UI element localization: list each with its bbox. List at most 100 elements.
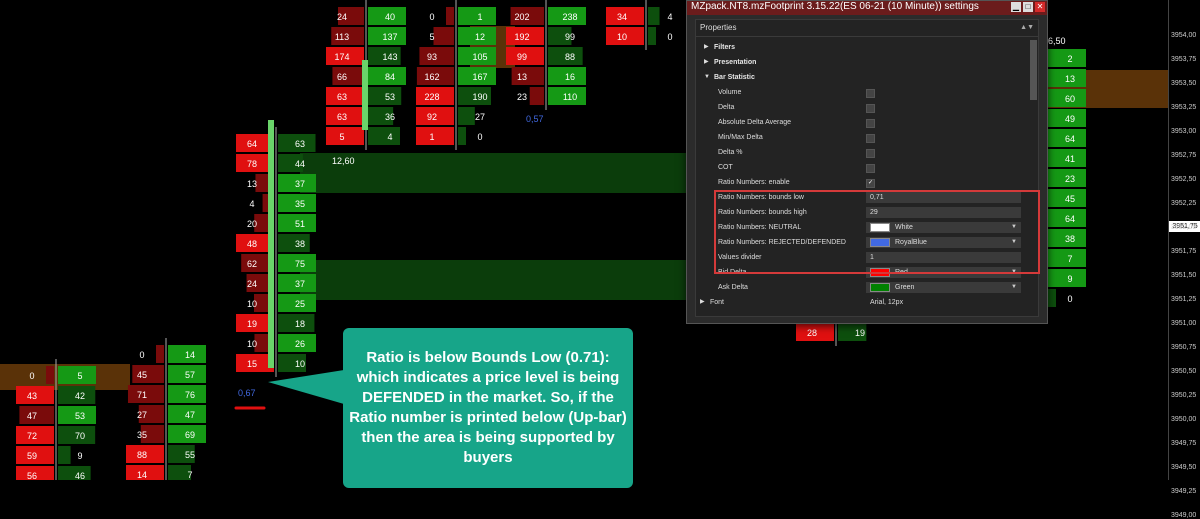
collapsed-arrow-icon[interactable]: ▶	[704, 55, 709, 70]
ask-volume: 4	[387, 132, 392, 142]
price-tick: 3950,50	[1171, 368, 1197, 375]
property-checkbox[interactable]	[866, 104, 875, 113]
bid-volume: 64	[247, 139, 257, 149]
property-label: COT	[718, 164, 733, 171]
expanded-arrow-icon[interactable]: ▼	[704, 70, 710, 85]
category-bar-statistic[interactable]: ▼ Bar Statistic	[696, 70, 1028, 85]
property-font[interactable]: ▶ Font Arial, 12px	[696, 295, 1028, 310]
collapsed-arrow-icon[interactable]: ▶	[704, 40, 709, 55]
price-tick: 3953,25	[1171, 104, 1197, 111]
bid-volume: 63	[337, 112, 347, 122]
minimize-button[interactable]: ▁	[1011, 2, 1021, 12]
bid-volume: 72	[27, 431, 37, 441]
properties-header: Properties ▲▼	[696, 20, 1038, 37]
property-checkbox[interactable]	[866, 134, 875, 143]
ratio-number-defended: 0,67	[238, 388, 256, 398]
ask-volume: 38	[1065, 234, 1075, 244]
bid-volume: 113	[335, 32, 349, 42]
property-checkbox[interactable]	[866, 89, 875, 98]
ask-volume: 76	[185, 390, 195, 400]
bid-volume: 93	[427, 52, 437, 62]
bid-cell	[529, 87, 544, 105]
ask-volume: 44	[295, 159, 305, 169]
bid-volume: 27	[137, 410, 147, 420]
price-tick: 3951,75	[1171, 248, 1197, 255]
close-button[interactable]: ✕	[1035, 2, 1045, 12]
price-tick: 3954,00	[1171, 32, 1197, 39]
price-axis[interactable]: 3951,75 3954,00 3953,75 3953,50 3953,25 3953…	[1168, 0, 1200, 519]
bid-volume: 34	[617, 12, 627, 22]
bid-volume: 202	[514, 12, 529, 22]
bid-cell	[416, 127, 454, 145]
property-color-select[interactable]: Green ▼	[866, 282, 1021, 293]
bid-volume: 5	[339, 132, 344, 142]
bid-cell	[433, 27, 454, 45]
property-cot[interactable]: COT	[696, 160, 1028, 175]
chevron-down-icon[interactable]: ▼	[1011, 282, 1017, 293]
indicator-settings-dialog[interactable]: MZpack.NT8.mzFootprint 3.15.22(ES 06-21 …	[686, 0, 1048, 324]
property-checkbox[interactable]	[866, 149, 875, 158]
bid-volume: 45	[137, 370, 147, 380]
ask-volume: 88	[565, 52, 575, 62]
ask-volume: 4	[667, 12, 672, 22]
ask-cell	[58, 446, 71, 464]
ask-volume: 35	[295, 199, 305, 209]
property-delta-[interactable]: Delta %	[696, 145, 1028, 160]
bid-volume: 56	[27, 471, 37, 480]
maximize-button[interactable]: □	[1023, 2, 1033, 12]
property-checkbox[interactable]	[866, 119, 875, 128]
property-volume[interactable]: Volume	[696, 85, 1028, 100]
ask-volume: 60	[1065, 94, 1075, 104]
bid-volume: 174	[334, 52, 349, 62]
category-presentation[interactable]: ▶ Presentation	[696, 55, 1028, 70]
price-tick: 3953,50	[1171, 80, 1197, 87]
ask-volume: 7	[1067, 254, 1072, 264]
ask-cell	[1048, 289, 1056, 307]
ask-volume: 99	[565, 32, 575, 42]
property-min-max-delta[interactable]: Min/Max Delta	[696, 130, 1028, 145]
property-label: Min/Max Delta	[718, 134, 763, 141]
property-ratio-numbers-enable[interactable]: Ratio Numbers: enable ✓	[696, 175, 1028, 190]
ask-volume: 137	[382, 32, 397, 42]
bid-volume: 78	[247, 159, 257, 169]
bid-volume: 24	[247, 279, 257, 289]
property-absolute-delta-average[interactable]: Absolute Delta Average	[696, 115, 1028, 130]
bid-volume: 0	[429, 12, 434, 22]
callout-text: Ratio is below Bounds Low (0.71): which …	[349, 349, 627, 466]
properties-scrollbar[interactable]	[1030, 40, 1037, 100]
property-checkbox[interactable]: ✓	[866, 179, 875, 188]
ratio-number: 12,60	[332, 156, 355, 166]
collapsed-arrow-icon[interactable]: ▶	[700, 295, 705, 310]
ask-volume: 55	[185, 450, 195, 460]
bid-volume: 5	[429, 32, 434, 42]
ask-volume: 7	[187, 470, 192, 480]
ask-volume: 53	[75, 411, 85, 421]
ask-volume: 75	[295, 259, 305, 269]
ask-volume: 0	[477, 132, 482, 142]
property-delta[interactable]: Delta	[696, 100, 1028, 115]
price-tick: 3951,25	[1171, 296, 1197, 303]
ask-volume: 47	[185, 410, 195, 420]
category-filters[interactable]: ▶ Filters	[696, 40, 1028, 55]
explanation-callout: Ratio is below Bounds Low (0.71): which …	[343, 328, 633, 488]
ask-volume: 2	[1067, 54, 1072, 64]
ask-volume: 10	[295, 359, 305, 369]
property-label: Ratio Numbers: enable	[718, 179, 790, 186]
property-label: Volume	[718, 89, 742, 96]
property-ask-delta[interactable]: Ask Delta Green ▼	[696, 280, 1028, 295]
property-value: Arial, 12px	[870, 299, 904, 306]
ask-volume: 19	[855, 328, 865, 338]
sort-arrows-icon[interactable]: ▲▼	[1020, 20, 1034, 36]
bid-volume: 48	[247, 239, 257, 249]
ask-volume: 53	[385, 92, 395, 102]
price-tick: 3952,50	[1171, 176, 1197, 183]
bid-volume: 43	[27, 391, 37, 401]
dialog-title-bar[interactable]: MZpack.NT8.mzFootprint 3.15.22(ES 06-21 …	[687, 1, 1047, 15]
ask-volume: 105	[472, 52, 487, 62]
ask-cell	[648, 7, 660, 25]
ask-volume: 9	[77, 451, 82, 461]
property-checkbox[interactable]	[866, 164, 875, 173]
bid-volume: 15	[247, 359, 257, 369]
ratio-number-defended: 0,57	[526, 114, 544, 124]
ask-volume: 38	[295, 239, 305, 249]
